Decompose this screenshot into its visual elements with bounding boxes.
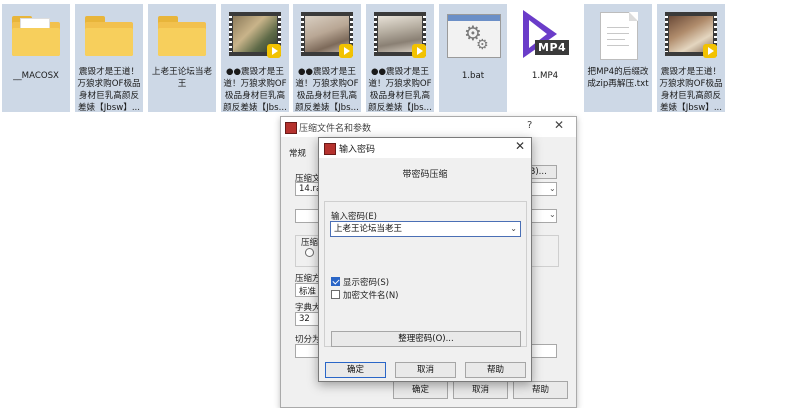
archive-params-title: 压缩文件名和参数 [299,124,372,134]
video-thumbnail-icon [663,10,719,60]
play-badge-icon [412,44,426,58]
file-folder-3[interactable]: 上老王论坛当老王 [148,4,216,112]
archive-params-titlebar: 压缩文件名和参数 ? ✕ [281,117,576,137]
file-video-3[interactable]: ●●震毁才是王道！万狼求购OF极品身材巨乳高颜反差婊【Jbs... [366,4,434,113]
bat-file-icon: ⚙ ⚙ [445,10,501,60]
close-icon[interactable]: ✕ [554,118,564,132]
file-bat[interactable]: ⚙ ⚙ 1.bat [439,4,507,112]
file-name: 把MP4的后缀改成zip再解压.txt [587,67,649,89]
file-name: ●●震毁才是王道！万狼求购OF极品身材巨乳高颜反差婊【Jbs... [223,67,287,113]
archive-cancel-button[interactable]: 取消 [453,381,508,399]
chevron-down-icon[interactable]: ⌄ [549,210,556,219]
archive-ok-button[interactable]: 确定 [393,381,448,399]
winrar-icon [285,122,297,134]
folder-icon [81,10,137,60]
password-dialog-title: 输入密码 [339,145,376,155]
archive-format-label: 压缩 [301,238,319,248]
enter-password-dialog: 输入密码 ✕ 带密码压缩 输入密码(E) 上老王论坛当老王 ⌄ 显示密码(S) … [318,137,532,382]
password-ok-button[interactable]: 确定 [325,362,386,378]
file-macosx-folder[interactable]: __MACOSX [2,4,70,112]
dict-size-value: 32 [299,314,310,324]
file-mp4[interactable]: MP4 1.MP4 [511,4,579,112]
password-help-button[interactable]: 帮助 [465,362,526,378]
tab-general[interactable]: 常规 [289,147,306,159]
encrypt-filenames-checkbox[interactable] [331,290,340,299]
show-password-checkbox[interactable] [331,277,340,286]
file-name: 上老王论坛当老王 [151,67,213,89]
folder-icon [154,10,210,60]
show-password-label[interactable]: 显示密码(S) [343,276,389,288]
play-badge-icon [267,44,281,58]
password-cancel-button[interactable]: 取消 [395,362,456,378]
file-name: __MACOSX [13,71,59,81]
winrar-icon [324,143,336,155]
gear-icon: ⚙ [476,37,489,53]
encrypt-filenames-label[interactable]: 加密文件名(N) [343,289,399,301]
password-input-value: 上老王论坛当老王 [334,224,403,234]
close-icon[interactable]: ✕ [515,139,525,153]
file-name: 1.bat [461,71,485,81]
help-icon[interactable]: ? [527,120,532,131]
password-input[interactable]: 上老王论坛当老王 ⌄ [330,221,521,237]
play-badge-icon [703,44,717,58]
file-name: 震毁才是王道！万狼求购OF极品身材巨乳高颜反差婊【Jbsw】... [659,67,723,113]
file-folder-2[interactable]: 震毁才是王道！万狼求购OF极品身材巨乳高颜反差婊【Jbsw】... [75,4,143,113]
video-thumbnail-icon [372,10,428,60]
file-name: 震毁才是王道！万狼求购OF极品身材巨乳高颜反差婊【Jbsw】... [77,67,141,113]
method-value: 标准 [299,287,317,297]
password-titlebar: 输入密码 ✕ [319,138,531,158]
play-badge-icon [339,44,353,58]
chevron-down-icon[interactable]: ⌄ [510,222,517,236]
password-subtitle: 带密码压缩 [402,170,448,180]
mp4-file-icon: MP4 [517,10,573,60]
chevron-down-icon[interactable]: ⌄ [549,184,556,193]
format-radio[interactable] [305,248,314,257]
file-txt[interactable]: 把MP4的后缀改成zip再解压.txt [584,4,652,112]
folder-icon [8,10,64,60]
file-name: 1.MP4 [531,71,559,81]
file-video-1[interactable]: ●●震毁才是王道！万狼求购OF极品身材巨乳高颜反差婊【Jbs... [221,4,289,113]
archive-help-button[interactable]: 帮助 [513,381,568,399]
organize-passwords-button[interactable]: 整理密码(O)... [331,331,521,347]
video-thumbnail-icon [299,10,355,60]
mp4-badge: MP4 [535,40,570,55]
file-video-4[interactable]: 震毁才是王道！万狼求购OF极品身材巨乳高颜反差婊【Jbsw】... [657,4,725,113]
file-name: ●●震毁才是王道！万狼求购OF极品身材巨乳高颜反差婊【Jbs... [368,67,432,113]
video-thumbnail-icon [227,10,283,60]
file-name: ●●震毁才是王道！万狼求购OF极品身材巨乳高颜反差婊【Jbs... [295,67,359,113]
file-video-2[interactable]: ●●震毁才是王道！万狼求购OF极品身材巨乳高颜反差婊【Jbs... [293,4,361,113]
text-document-icon [590,10,646,60]
